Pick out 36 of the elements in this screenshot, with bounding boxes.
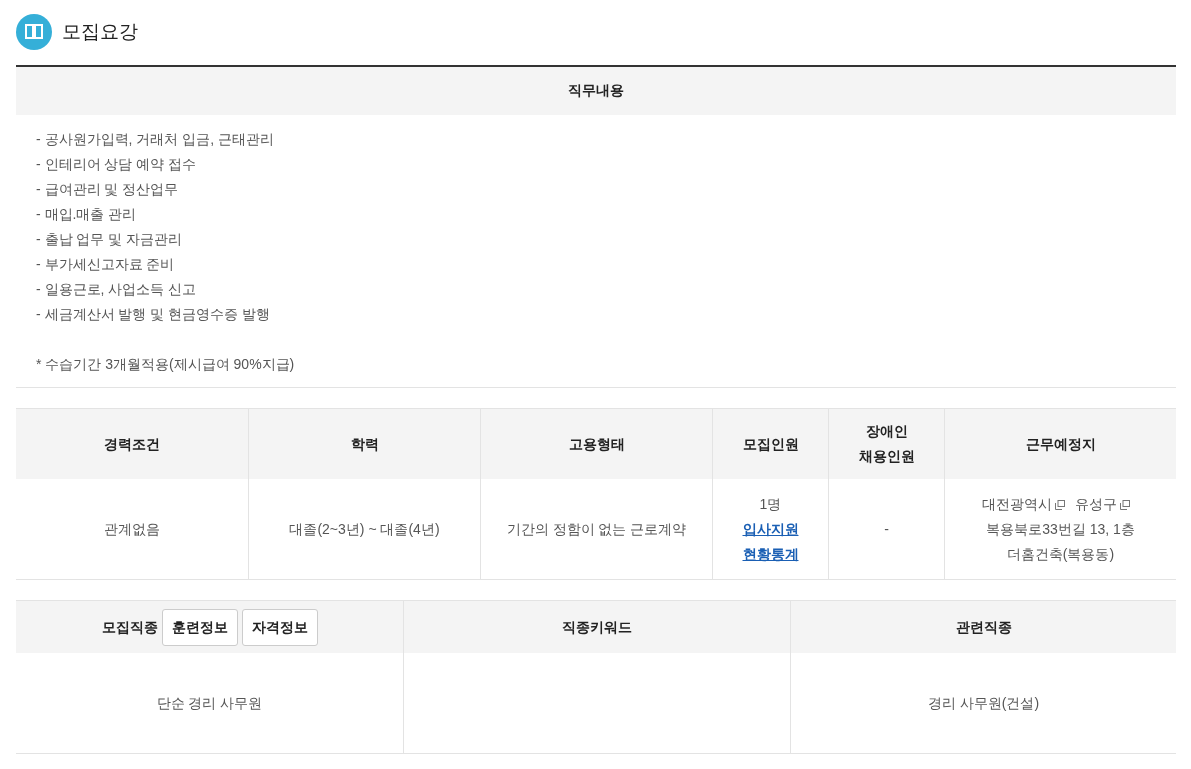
duty-line: - 세금계산서 발행 및 현금영수증 발행 (36, 305, 271, 324)
address-text: 복용북로33번길 13, 1층 더홈건축(복용동) (986, 520, 1135, 562)
duty-line: - 부가세신고자료 준비 (36, 255, 175, 274)
region-text[interactable]: 유성구 (1074, 495, 1117, 512)
column-header: 경력조건 (16, 409, 248, 479)
duty-line: - 공사원가입력, 거래처 입금, 근태관리 (36, 130, 274, 149)
region-text[interactable]: 대전광역시 (981, 495, 1052, 512)
column-header: 고용형태 (480, 409, 712, 479)
column-header: 직종키워드 (403, 601, 790, 653)
applicant-stats-link[interactable]: 입사지원 현황통계 (739, 516, 802, 567)
duty-line: - 급여관리 및 정산업무 (36, 180, 179, 199)
duty-line: - 출납 업무 및 자금관리 (36, 230, 183, 249)
column-header: 모집직종 (101, 617, 158, 637)
duty-line: - 인테리어 상담 예약 접수 (36, 155, 197, 174)
note-text: * 수습기간 3개월적용(제시급여 90%지급) (36, 355, 295, 374)
table-cell-text: 관계없음 (104, 519, 160, 539)
info-button[interactable]: 훈련정보 (161, 608, 238, 646)
column-header: 근무예정지 (944, 409, 1176, 479)
column-header: 장애인 채용인원 (828, 409, 944, 479)
table-header: 직무내용 (16, 67, 1176, 115)
table-cell-text: 기간의 정함이 없는 근로계약 (506, 519, 687, 539)
headcount-text: 1명 (759, 494, 782, 514)
column-header: 모집인원 (712, 409, 828, 479)
column-header: 학력 (248, 409, 480, 479)
table-cell-text: 단순 경리 사무원 (156, 693, 263, 713)
column-header: 관련직종 (790, 601, 1176, 653)
table-cell-text: 경리 사무원(건설) (927, 693, 1040, 713)
section-title: 모집요강 (62, 20, 138, 44)
book-icon (16, 14, 52, 50)
new-window-icon[interactable] (1119, 499, 1130, 510)
table-cell-text: 대졸(2~3년) ~ 대졸(4년) (289, 519, 440, 539)
info-button[interactable]: 자격정보 (241, 608, 318, 646)
new-window-icon[interactable] (1054, 499, 1065, 510)
table-cell-text: - (884, 519, 889, 539)
duty-line: - 매입.매출 관리 (36, 205, 137, 224)
duty-line: - 일용근로, 사업소득 신고 (36, 280, 197, 299)
